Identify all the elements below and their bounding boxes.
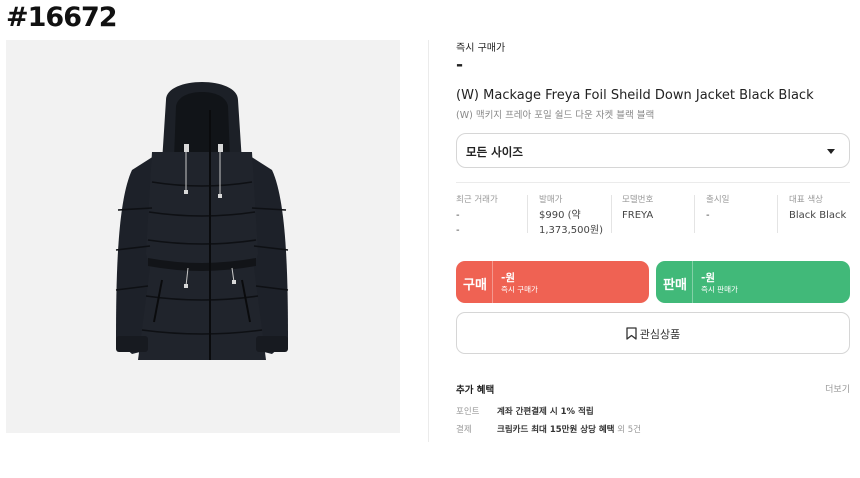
sell-button-title: 판매 <box>663 278 687 293</box>
info-model-number: 모델번호 FREYA <box>622 193 653 222</box>
size-select[interactable]: 모든 사이즈 <box>456 133 850 168</box>
info-value: Black Black <box>789 210 847 221</box>
info-value: - <box>706 210 710 221</box>
benefits-more-link[interactable]: 더보기 <box>825 382 850 395</box>
instant-price-label: 즉시 구매가 <box>456 43 506 54</box>
sell-price-caption: 즉시 판매가 <box>701 285 738 294</box>
down-jacket-image <box>115 82 289 360</box>
chevron-down-icon <box>827 149 835 154</box>
buy-button-title: 구매 <box>463 278 487 293</box>
sell-price: -원 <box>701 272 716 284</box>
info-label: 대표 색상 <box>789 195 823 205</box>
info-separator <box>527 195 528 233</box>
benefit-row: 포인트 계좌 간편결제 시 1% 적립 <box>456 405 594 417</box>
info-value: - <box>456 225 460 236</box>
info-label: 발매가 <box>539 195 563 205</box>
info-value: 1,373,500원) <box>539 225 603 236</box>
benefit-row: 결제 크림카드 최대 15만원 상당 혜택 외 5건 <box>456 423 641 435</box>
benefit-extra: 외 5건 <box>614 425 641 435</box>
info-recent-trade: 최근 거래가 - - <box>456 193 498 237</box>
instant-price-value: - <box>456 55 464 75</box>
wishlist-button[interactable]: 관심상품 <box>456 312 850 354</box>
benefit-label: 결제 <box>456 425 472 435</box>
info-release-price: 발매가 $990 (약 1,373,500원) <box>539 193 603 237</box>
benefits-title: 추가 혜택 <box>456 385 495 396</box>
info-release-date: 출시일 - <box>706 193 729 222</box>
sell-button[interactable]: 판매 -원 즉시 판매가 <box>656 261 850 303</box>
info-value: FREYA <box>622 210 654 221</box>
info-label: 최근 거래가 <box>456 195 498 205</box>
buy-price-caption: 즉시 구매가 <box>501 285 538 294</box>
button-divider <box>492 261 493 303</box>
product-subtitle: (W) 맥키지 프레아 포일 쉴드 다운 자켓 블랙 블랙 <box>456 110 655 121</box>
product-title: (W) Mackage Freya Foil Sheild Down Jacke… <box>456 88 814 103</box>
buy-price: -원 <box>501 272 516 284</box>
button-divider <box>692 261 693 303</box>
listing-tag: #16672 <box>6 2 118 33</box>
benefit-text: 크림카드 최대 15만원 상당 혜택 <box>497 425 615 435</box>
wishlist-label: 관심상품 <box>639 328 681 341</box>
section-divider <box>456 182 850 183</box>
info-separator <box>777 195 778 233</box>
info-label: 모델번호 <box>622 195 654 205</box>
buy-button[interactable]: 구매 -원 즉시 구매가 <box>456 261 649 303</box>
product-detail-panel: 즉시 구매가 - (W) Mackage Freya Foil Sheild D… <box>456 0 850 478</box>
info-value: - <box>456 210 460 221</box>
info-label: 출시일 <box>706 195 730 205</box>
wishlist-content: 관심상품 <box>457 326 849 342</box>
bookmark-icon <box>626 327 637 340</box>
info-separator <box>694 195 695 233</box>
info-value: $990 (약 <box>539 210 581 221</box>
size-select-label: 모든 사이즈 <box>466 145 523 159</box>
info-color: 대표 색상 Black Black <box>789 193 846 222</box>
benefit-label: 포인트 <box>456 407 480 417</box>
product-image <box>6 40 400 433</box>
info-separator <box>611 195 612 233</box>
benefit-text: 계좌 간편결제 시 1% 적립 <box>497 407 594 417</box>
vertical-divider <box>428 40 429 442</box>
